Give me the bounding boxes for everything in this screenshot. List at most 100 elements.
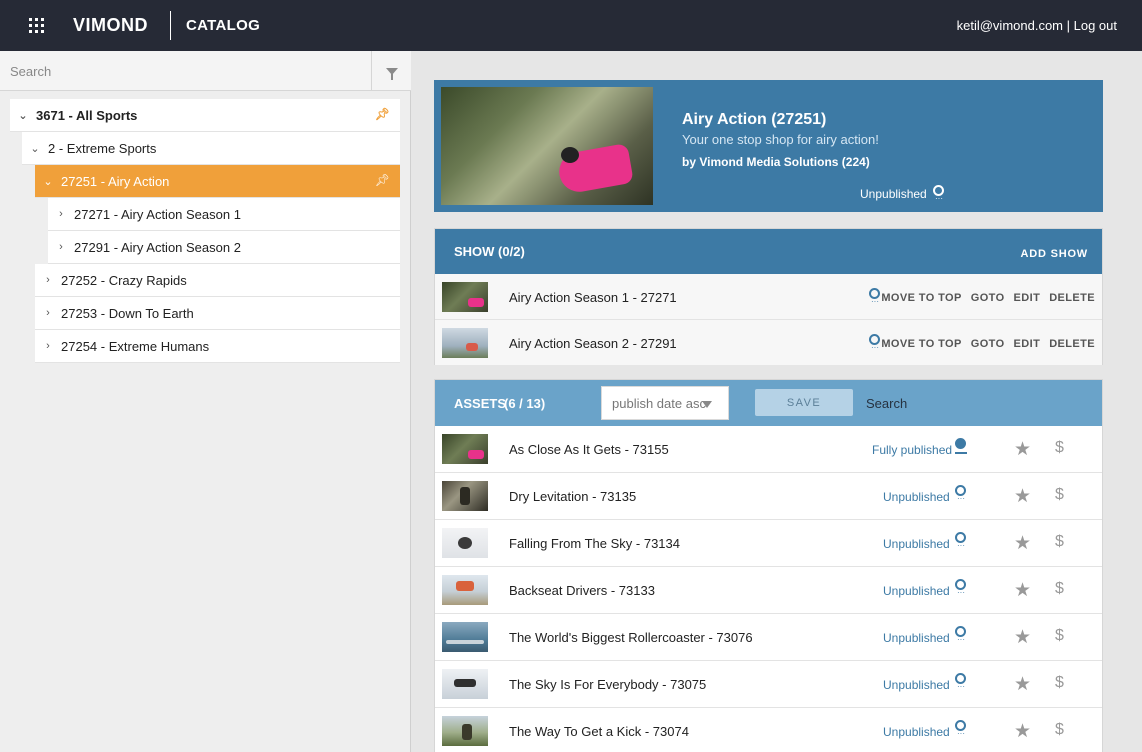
unpublished-status-icon[interactable]: ··· bbox=[933, 185, 945, 203]
user-separator: | bbox=[1063, 18, 1074, 33]
dollar-icon[interactable]: $ bbox=[1055, 439, 1064, 457]
star-icon[interactable]: ★ bbox=[1014, 532, 1031, 555]
thumbnail-mark bbox=[468, 450, 484, 459]
show-row-actions: MOVE TO TOP GOTO EDIT DELETE bbox=[881, 338, 1095, 350]
chevron-right-icon[interactable]: › bbox=[48, 241, 74, 253]
category-owner: by Vimond Media Solutions (224) bbox=[682, 155, 870, 169]
asset-name[interactable]: The World's Biggest Rollercoaster - 7307… bbox=[509, 630, 753, 645]
star-icon[interactable]: ★ bbox=[1014, 626, 1031, 649]
tree-item-down-to-earth[interactable]: › 27253 - Down To Earth bbox=[35, 297, 400, 330]
add-show-button[interactable]: ADD SHOW bbox=[1020, 248, 1088, 260]
tree-item-extreme-humans[interactable]: › 27254 - Extreme Humans bbox=[35, 330, 400, 363]
assets-panel-title: ASSETS bbox=[454, 396, 507, 411]
show-row[interactable]: Airy Action Season 2 - 27291 ··· MOVE TO… bbox=[435, 320, 1102, 365]
asset-name[interactable]: Falling From The Sky - 73134 bbox=[509, 536, 680, 551]
show-thumbnail bbox=[442, 328, 488, 358]
goto-button[interactable]: GOTO bbox=[971, 338, 1005, 350]
asset-row[interactable]: As Close As It Gets - 73155 Fully publis… bbox=[435, 426, 1102, 473]
tree-item-airy-action-season-1[interactable]: › 27271 - Airy Action Season 1 bbox=[48, 198, 400, 231]
unpublished-status-icon[interactable]: ··· bbox=[869, 334, 881, 352]
dollar-icon[interactable]: $ bbox=[1055, 533, 1064, 551]
status-ring-dots: ··· bbox=[871, 343, 879, 352]
edit-button[interactable]: EDIT bbox=[1014, 292, 1041, 304]
unpublished-status-icon[interactable]: ··· bbox=[955, 579, 967, 597]
asset-row[interactable]: Backseat Drivers - 73133 Unpublished ···… bbox=[435, 567, 1102, 614]
asset-name[interactable]: The Way To Get a Kick - 73074 bbox=[509, 724, 689, 739]
star-icon[interactable]: ★ bbox=[1014, 485, 1031, 508]
tree-item-airy-action[interactable]: ⌄ 27251 - Airy Action 📌︎ bbox=[35, 165, 400, 198]
pin-icon[interactable]: 📌︎ bbox=[375, 107, 390, 121]
unpublished-status-icon[interactable]: ··· bbox=[955, 485, 967, 503]
user-area: ketil@vimond.com | Log out bbox=[957, 18, 1117, 33]
status-ring-dots: ··· bbox=[957, 588, 965, 597]
show-name[interactable]: Airy Action Season 2 - 27291 bbox=[509, 336, 677, 351]
filter-button[interactable] bbox=[371, 51, 411, 91]
edit-button[interactable]: EDIT bbox=[1014, 338, 1041, 350]
asset-row[interactable]: Falling From The Sky - 73134 Unpublished… bbox=[435, 520, 1102, 567]
pin-icon[interactable]: 📌︎ bbox=[375, 173, 390, 187]
fully-published-status-icon[interactable] bbox=[955, 438, 967, 456]
star-icon[interactable]: ★ bbox=[1014, 579, 1031, 602]
unpublished-status-icon[interactable]: ··· bbox=[869, 288, 881, 306]
tree-item-all-sports[interactable]: ⌄ 3671 - All Sports 📌︎ bbox=[10, 99, 400, 132]
asset-name[interactable]: The Sky Is For Everybody - 73075 bbox=[509, 677, 706, 692]
thumbnail-mark bbox=[468, 298, 484, 307]
asset-thumbnail bbox=[442, 622, 488, 652]
chevron-right-icon[interactable]: › bbox=[35, 274, 61, 286]
delete-button[interactable]: DELETE bbox=[1049, 338, 1095, 350]
apps-grid-icon[interactable] bbox=[29, 18, 44, 33]
sidebar-search-input[interactable] bbox=[0, 51, 371, 91]
asset-row[interactable]: The Sky Is For Everybody - 73075 Unpubli… bbox=[435, 661, 1102, 708]
dollar-icon[interactable]: $ bbox=[1055, 486, 1064, 504]
asset-name[interactable]: Dry Levitation - 73135 bbox=[509, 489, 636, 504]
move-to-top-button[interactable]: MOVE TO TOP bbox=[881, 292, 961, 304]
asset-status-label: Unpublished bbox=[883, 490, 950, 504]
delete-button[interactable]: DELETE bbox=[1049, 292, 1095, 304]
save-button[interactable]: SAVE bbox=[755, 389, 853, 416]
assets-panel: ASSETS (6 / 13) publish date asc SAVE Se… bbox=[434, 379, 1103, 752]
tree-item-crazy-rapids[interactable]: › 27252 - Crazy Rapids bbox=[35, 264, 400, 297]
dollar-icon[interactable]: $ bbox=[1055, 580, 1064, 598]
show-row[interactable]: Airy Action Season 1 - 27271 ··· MOVE TO… bbox=[435, 274, 1102, 320]
status-ring-dots: ··· bbox=[957, 635, 965, 644]
asset-name[interactable]: Backseat Drivers - 73133 bbox=[509, 583, 655, 598]
assets-search-link[interactable]: Search bbox=[866, 396, 907, 411]
unpublished-status-icon[interactable]: ··· bbox=[955, 626, 967, 644]
show-panel: SHOW (0/2) ADD SHOW Airy Action Season 1… bbox=[434, 228, 1103, 365]
tree-item-label: 3671 - All Sports bbox=[36, 107, 138, 123]
thumbnail-mark bbox=[456, 581, 474, 591]
chevron-right-icon[interactable]: › bbox=[35, 340, 61, 352]
sort-order-select[interactable]: publish date asc bbox=[601, 386, 729, 420]
vimond-logo[interactable]: VIMOND bbox=[73, 15, 148, 36]
tree-item-airy-action-season-2[interactable]: › 27291 - Airy Action Season 2 bbox=[48, 231, 400, 264]
category-thumbnail bbox=[441, 87, 653, 205]
chevron-right-icon[interactable]: › bbox=[48, 208, 74, 220]
dollar-icon[interactable]: $ bbox=[1055, 627, 1064, 645]
dollar-icon[interactable]: $ bbox=[1055, 721, 1064, 739]
chevron-down-icon[interactable]: ⌄ bbox=[10, 109, 36, 122]
logout-link[interactable]: Log out bbox=[1074, 18, 1117, 33]
dollar-icon[interactable]: $ bbox=[1055, 674, 1064, 692]
thumbnail-mark bbox=[466, 343, 478, 351]
star-icon[interactable]: ★ bbox=[1014, 720, 1031, 743]
unpublished-status-icon[interactable]: ··· bbox=[955, 673, 967, 691]
chevron-down-icon[interactable]: ⌄ bbox=[22, 142, 48, 155]
star-icon[interactable]: ★ bbox=[1014, 438, 1031, 461]
show-name[interactable]: Airy Action Season 1 - 27271 bbox=[509, 290, 677, 305]
tree-item-extreme-sports[interactable]: ⌄ 2 - Extreme Sports bbox=[22, 132, 400, 165]
user-email: ketil@vimond.com bbox=[956, 18, 1064, 33]
status-ring-dots: ··· bbox=[957, 729, 965, 738]
asset-row[interactable]: The World's Biggest Rollercoaster - 7307… bbox=[435, 614, 1102, 661]
goto-button[interactable]: GOTO bbox=[971, 292, 1005, 304]
unpublished-status-icon[interactable]: ··· bbox=[955, 720, 967, 738]
asset-name[interactable]: As Close As It Gets - 73155 bbox=[509, 442, 669, 457]
asset-row[interactable]: The Way To Get a Kick - 73074 Unpublishe… bbox=[435, 708, 1102, 752]
asset-row[interactable]: Dry Levitation - 73135 Unpublished ··· ★… bbox=[435, 473, 1102, 520]
chevron-right-icon[interactable]: › bbox=[35, 307, 61, 319]
star-icon[interactable]: ★ bbox=[1014, 673, 1031, 696]
asset-status-label: Unpublished bbox=[883, 537, 950, 551]
asset-status-label: Unpublished bbox=[883, 584, 950, 598]
unpublished-status-icon[interactable]: ··· bbox=[955, 532, 967, 550]
chevron-down-icon[interactable]: ⌄ bbox=[35, 175, 61, 188]
move-to-top-button[interactable]: MOVE TO TOP bbox=[881, 338, 961, 350]
